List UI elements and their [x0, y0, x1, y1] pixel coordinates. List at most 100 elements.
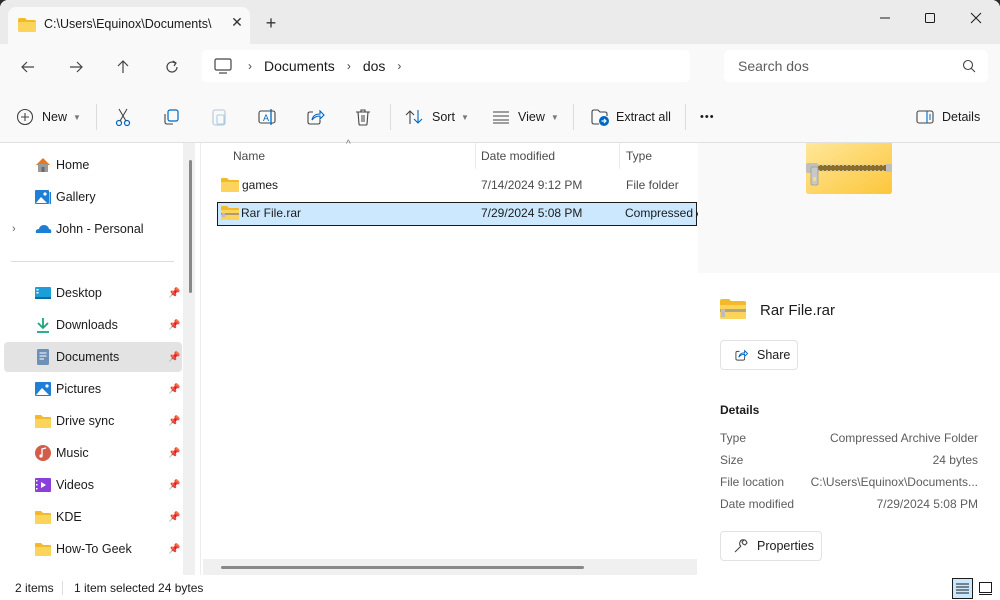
pin-icon[interactable]: 📌	[168, 320, 180, 331]
copy-button[interactable]	[160, 104, 182, 130]
column-header-type[interactable]: Type	[626, 149, 652, 163]
zip-folder-icon	[720, 299, 746, 319]
sidebar-divider	[11, 261, 174, 262]
zip-folder-icon	[221, 206, 239, 220]
minimize-button[interactable]	[862, 4, 908, 32]
toolbar-divider	[96, 104, 97, 130]
sidebar-item-music[interactable]: Music 📌	[4, 438, 182, 468]
new-button[interactable]: New ▼	[16, 104, 81, 130]
sidebar-scrollbar-thumb[interactable]	[189, 160, 192, 293]
sidebar-item-downloads[interactable]: Downloads 📌	[4, 310, 182, 340]
arrow-right-icon	[70, 61, 83, 73]
sidebar-item-how-to-geek[interactable]: How-To Geek 📌	[4, 534, 182, 564]
breadcrumb[interactable]: › Documents › dos ›	[202, 50, 690, 82]
details-prop-size: Size 24 bytes	[720, 453, 978, 471]
pin-icon[interactable]: 📌	[168, 480, 180, 491]
zip-folder-large-icon	[806, 143, 892, 194]
horizontal-scrollbar-thumb[interactable]	[221, 566, 584, 569]
details-properties-button[interactable]: Properties	[720, 531, 822, 561]
sidebar-item-desktop[interactable]: Desktop 📌	[4, 278, 182, 308]
view-button[interactable]: View ▼	[492, 104, 559, 130]
details-view-icon	[956, 583, 969, 593]
paste-button[interactable]	[208, 104, 230, 130]
pin-icon[interactable]: 📌	[168, 544, 180, 555]
rename-button[interactable]: A	[256, 104, 278, 130]
column-header-date[interactable]: Date modified	[481, 149, 555, 163]
sort-icon	[405, 110, 423, 124]
sidebar-label: John - Personal	[56, 222, 144, 236]
details-share-button[interactable]: Share	[720, 340, 798, 370]
pin-icon[interactable]: 📌	[168, 288, 180, 299]
arrow-left-icon	[21, 61, 34, 73]
refresh-button[interactable]	[160, 55, 184, 79]
sidebar-item-drive-sync[interactable]: Drive sync 📌	[4, 406, 182, 436]
maximize-button[interactable]	[907, 4, 953, 32]
minimize-icon	[880, 17, 890, 19]
documents-icon	[37, 349, 49, 365]
forward-button[interactable]	[64, 55, 88, 79]
new-tab-button[interactable]: +	[262, 14, 280, 32]
prop-key: Date modified	[720, 497, 795, 511]
share-label: Share	[757, 348, 791, 362]
sidebar-item-documents[interactable]: Documents 📌	[4, 342, 182, 372]
chevron-down-icon: ▼	[550, 112, 559, 122]
folder-icon	[35, 543, 51, 556]
up-button[interactable]	[111, 55, 135, 79]
folder-icon	[221, 178, 239, 192]
chevron-right-icon[interactable]: ›	[12, 223, 16, 235]
sidebar-item-kde[interactable]: KDE 📌	[4, 502, 182, 532]
back-button[interactable]	[16, 55, 40, 79]
close-icon	[970, 12, 982, 24]
tab-documents[interactable]: C:\Users\Equinox\Documents\ ✕	[8, 7, 250, 44]
home-icon	[36, 158, 50, 172]
breadcrumb-dos[interactable]: dos	[363, 58, 386, 74]
details-file-title: Rar File.rar	[760, 302, 836, 319]
prop-value: 24 bytes	[932, 453, 978, 467]
sidebar-item-pictures[interactable]: Pictures 📌	[4, 374, 182, 404]
wrench-icon	[734, 539, 748, 553]
pin-icon[interactable]: 📌	[168, 448, 180, 459]
search-input[interactable]: Search dos	[738, 58, 809, 74]
file-row-rar[interactable]: Rar File.rar 7/29/2024 5:08 PM Compresse…	[217, 202, 704, 226]
close-button[interactable]	[953, 4, 999, 32]
details-pane: Rar File.rar Share Details Type Compress…	[698, 143, 1000, 575]
pin-icon[interactable]: 📌	[168, 352, 180, 363]
details-view-button[interactable]	[952, 578, 973, 599]
search-box[interactable]: Search dos	[724, 50, 988, 82]
maximize-icon	[925, 13, 935, 23]
extract-all-button[interactable]: Extract all	[590, 104, 671, 130]
details-prop-location: File location C:\Users\Equinox\Documents…	[720, 475, 978, 493]
sort-button[interactable]: Sort ▼	[404, 104, 469, 130]
title-bar: C:\Users\Equinox\Documents\ ✕ +	[0, 0, 1000, 44]
details-pane-button[interactable]: Details	[916, 104, 980, 130]
share-button[interactable]	[304, 104, 326, 130]
column-resize-handle[interactable]	[619, 143, 620, 169]
file-date: 7/29/2024 5:08 PM	[481, 206, 583, 220]
videos-icon	[35, 478, 51, 492]
column-resize-handle[interactable]	[475, 143, 476, 169]
file-type: Compressed A	[625, 206, 704, 220]
tiles-view-icon	[979, 582, 992, 595]
prop-key: Type	[720, 431, 747, 445]
sidebar-item-videos[interactable]: Videos 📌	[4, 470, 182, 500]
prop-value[interactable]: C:\Users\Equinox\Documents...	[811, 475, 978, 489]
pin-icon[interactable]: 📌	[168, 416, 180, 427]
tiles-view-button[interactable]	[975, 578, 996, 599]
column-header-name[interactable]: Name	[233, 149, 265, 163]
toolbar-divider	[685, 104, 686, 130]
sidebar-item-home[interactable]: Home	[4, 150, 182, 180]
sort-ascending-icon: ^	[346, 139, 351, 150]
tab-close-button[interactable]: ✕	[228, 13, 246, 31]
chevron-right-icon: ›	[346, 59, 351, 73]
pin-icon[interactable]: 📌	[168, 384, 180, 395]
sidebar-item-gallery[interactable]: Gallery	[4, 182, 182, 212]
sidebar-item-onedrive[interactable]: › John - Personal	[4, 214, 182, 244]
file-row-games[interactable]: games 7/14/2024 9:12 PM File folder	[217, 174, 699, 198]
more-options-button[interactable]: •••	[700, 104, 715, 130]
delete-button[interactable]	[352, 104, 374, 130]
chevron-right-icon[interactable]: ›	[397, 59, 401, 73]
breadcrumb-documents[interactable]: Documents	[264, 58, 335, 74]
pin-icon[interactable]: 📌	[168, 512, 180, 523]
cut-button[interactable]	[112, 104, 134, 130]
svg-text:A: A	[263, 113, 269, 123]
